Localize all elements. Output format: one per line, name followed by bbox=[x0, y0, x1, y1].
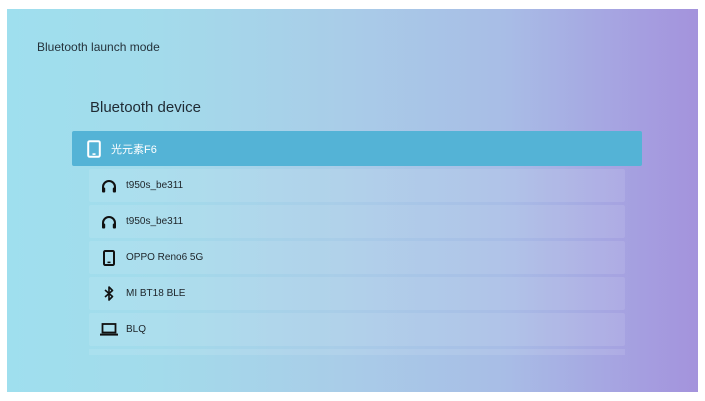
phone-icon bbox=[77, 139, 111, 158]
device-item[interactable]: OPPO Reno6 5G bbox=[89, 241, 625, 274]
device-item[interactable]: BLQ bbox=[89, 313, 625, 346]
phone-icon bbox=[92, 249, 126, 266]
device-item[interactable]: t950s_be311 bbox=[89, 169, 625, 202]
device-item[interactable]: t950s_be311 bbox=[89, 205, 625, 238]
device-item[interactable]: MI BT18 BLE bbox=[89, 277, 625, 310]
headphones-icon bbox=[92, 179, 126, 193]
bluetooth-screen: Bluetooth launch mode Bluetooth device 光… bbox=[7, 9, 698, 392]
bluetooth-icon bbox=[92, 286, 126, 301]
device-list: 光元素F6 t950s_be311 t950s_be311 OPPO Reno6… bbox=[72, 131, 642, 355]
device-label: BLQ bbox=[126, 324, 147, 335]
device-item-selected[interactable]: 光元素F6 bbox=[72, 131, 642, 166]
device-label: t950s_be311 bbox=[126, 216, 184, 227]
list-bottom-padding bbox=[89, 349, 625, 355]
device-label: 光元素F6 bbox=[111, 143, 157, 156]
device-label: t950s_be311 bbox=[126, 180, 184, 191]
laptop-icon bbox=[92, 323, 126, 336]
device-label: MI BT18 BLE bbox=[126, 288, 186, 299]
mode-title: Bluetooth launch mode bbox=[37, 40, 160, 54]
device-label: OPPO Reno6 5G bbox=[126, 252, 204, 263]
headphones-icon bbox=[92, 215, 126, 229]
section-title: Bluetooth device bbox=[90, 99, 201, 116]
